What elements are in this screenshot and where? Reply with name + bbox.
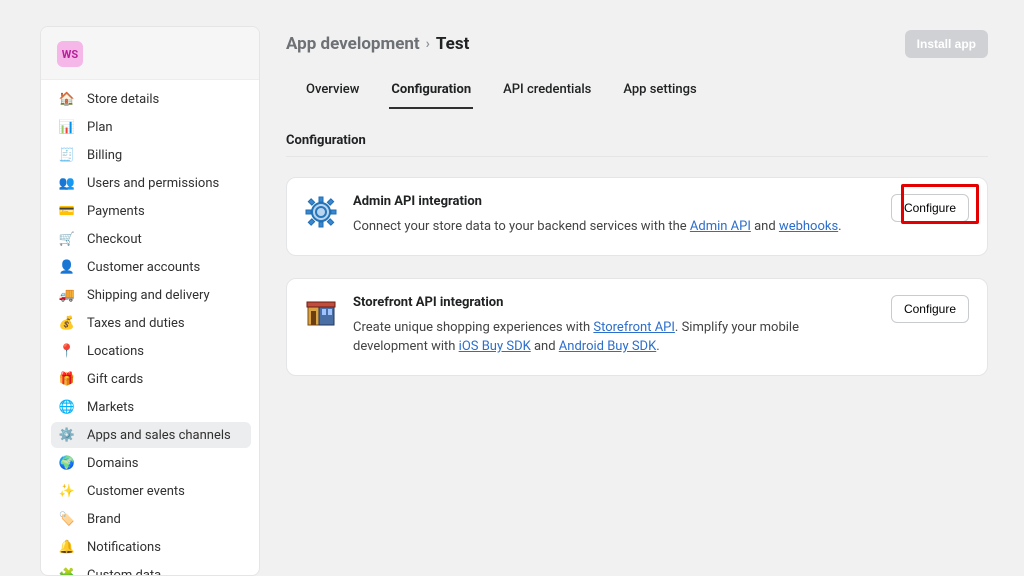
tab-api-credentials[interactable]: API credentials xyxy=(501,76,593,108)
sidebar-item-label: Billing xyxy=(87,148,122,163)
sidebar-item-label: Users and permissions xyxy=(87,176,219,191)
admin-api-title: Admin API integration xyxy=(353,194,875,209)
settings-sidebar: WS 🏠 Store details 📊 Plan 🧾 Billing 👥 Users and… xyxy=(40,26,260,576)
tab-app-settings[interactable]: App settings xyxy=(621,76,698,108)
sidebar-icon: 💰 xyxy=(59,315,75,331)
sidebar-icon: 👤 xyxy=(59,259,75,275)
sidebar-item-label: Locations xyxy=(87,344,144,359)
sidebar-item-label: Customer accounts xyxy=(87,260,200,275)
storefront-api-link[interactable]: Storefront API xyxy=(593,320,675,335)
sidebar-item-label: Store details xyxy=(87,92,159,107)
sidebar-item-store-details[interactable]: 🏠 Store details xyxy=(51,86,251,112)
tab-configuration[interactable]: Configuration xyxy=(389,76,473,109)
sidebar-item-notifications[interactable]: 🔔 Notifications xyxy=(51,534,251,560)
sidebar-item-label: Plan xyxy=(87,120,113,135)
sidebar-item-label: Customer events xyxy=(87,484,185,499)
sidebar-item-label: Gift cards xyxy=(87,372,143,387)
ios-buy-sdk-link[interactable]: iOS Buy SDK xyxy=(459,339,531,354)
sidebar-icon: 🌐 xyxy=(59,399,75,415)
sidebar-icon: 🌍 xyxy=(59,455,75,471)
sidebar-list: 🏠 Store details 📊 Plan 🧾 Billing 👥 Users and pe… xyxy=(41,80,259,575)
sidebar-icon: 🔔 xyxy=(59,539,75,555)
chevron-right-icon: › xyxy=(426,36,430,52)
configure-storefront-api-button[interactable]: Configure xyxy=(891,295,969,323)
admin-api-card: Admin API integration Connect your store… xyxy=(286,177,988,256)
webhooks-link[interactable]: webhooks xyxy=(779,219,838,234)
sidebar-icon: 📍 xyxy=(59,343,75,359)
sidebar-icon: 🧩 xyxy=(59,567,75,575)
sidebar-item-payments[interactable]: 💳 Payments xyxy=(51,198,251,224)
admin-api-description: Connect your store data to your backend … xyxy=(353,217,875,237)
sidebar-item-label: Payments xyxy=(87,204,145,219)
sidebar-item-billing[interactable]: 🧾 Billing xyxy=(51,142,251,168)
main-content: App development › Test Install app Overv… xyxy=(260,0,1024,576)
sidebar-item-label: Brand xyxy=(87,512,121,527)
sidebar-icon: 🚚 xyxy=(59,287,75,303)
sidebar-item-shipping-and-delivery[interactable]: 🚚 Shipping and delivery xyxy=(51,282,251,308)
tab-overview[interactable]: Overview xyxy=(304,76,361,108)
text: . xyxy=(838,219,841,234)
page-header: App development › Test Install app xyxy=(286,30,988,58)
sidebar-icon: 🏷️ xyxy=(59,511,75,527)
sidebar-item-label: Markets xyxy=(87,400,134,415)
sidebar-icon: 🛒 xyxy=(59,231,75,247)
sidebar-item-label: Domains xyxy=(87,456,138,471)
breadcrumb-current: Test xyxy=(436,34,469,54)
sidebar-item-apps-and-sales-channels[interactable]: ⚙️ Apps and sales channels xyxy=(51,422,251,448)
sidebar-item-locations[interactable]: 📍 Locations xyxy=(51,338,251,364)
sidebar-item-customer-events[interactable]: ✨ Customer events xyxy=(51,478,251,504)
sidebar-item-label: Taxes and duties xyxy=(87,316,185,331)
sidebar-item-label: Shipping and delivery xyxy=(87,288,210,303)
sidebar-item-label: Notifications xyxy=(87,540,161,555)
sidebar-item-label: Apps and sales channels xyxy=(87,428,231,443)
sidebar-item-markets[interactable]: 🌐 Markets xyxy=(51,394,251,420)
sidebar-header: WS xyxy=(41,27,259,80)
sidebar-item-plan[interactable]: 📊 Plan xyxy=(51,114,251,140)
storefront-icon xyxy=(305,297,337,329)
text: Create unique shopping experiences with xyxy=(353,320,593,335)
storefront-api-title: Storefront API integration xyxy=(353,295,875,310)
sidebar-item-customer-accounts[interactable]: 👤 Customer accounts xyxy=(51,254,251,280)
install-app-button[interactable]: Install app xyxy=(905,30,988,58)
sidebar-item-custom-data[interactable]: 🧩 Custom data xyxy=(51,562,251,575)
sidebar-icon: ✨ xyxy=(59,483,75,499)
android-buy-sdk-link[interactable]: Android Buy SDK xyxy=(559,339,656,354)
text: and xyxy=(751,219,779,234)
text: and xyxy=(531,339,559,354)
sidebar-item-gift-cards[interactable]: 🎁 Gift cards xyxy=(51,366,251,392)
sidebar-item-brand[interactable]: 🏷️ Brand xyxy=(51,506,251,532)
text: Connect your store data to your backend … xyxy=(353,219,690,234)
storefront-api-description: Create unique shopping experiences with … xyxy=(353,318,875,357)
breadcrumb: App development › Test xyxy=(286,34,469,54)
sidebar-icon: 👥 xyxy=(59,175,75,191)
store-avatar: WS xyxy=(57,41,83,67)
breadcrumb-parent[interactable]: App development xyxy=(286,34,420,54)
divider xyxy=(286,156,988,157)
sidebar-item-label: Checkout xyxy=(87,232,142,247)
storefront-api-card: Storefront API integration Create unique… xyxy=(286,278,988,376)
sidebar-icon: 🧾 xyxy=(59,147,75,163)
sidebar-icon: 🏠 xyxy=(59,91,75,107)
sidebar-item-taxes-and-duties[interactable]: 💰 Taxes and duties xyxy=(51,310,251,336)
sidebar-item-domains[interactable]: 🌍 Domains xyxy=(51,450,251,476)
text: . xyxy=(656,339,659,354)
sidebar-item-label: Custom data xyxy=(87,568,161,576)
tabs: Overview Configuration API credentials App … xyxy=(286,76,988,109)
sidebar-icon: 📊 xyxy=(59,119,75,135)
section-heading: Configuration xyxy=(286,133,988,148)
sidebar-icon: 🎁 xyxy=(59,371,75,387)
admin-api-link[interactable]: Admin API xyxy=(690,219,751,234)
sidebar-icon: ⚙️ xyxy=(59,427,75,443)
sidebar-item-users-and-permissions[interactable]: 👥 Users and permissions xyxy=(51,170,251,196)
configure-admin-api-button[interactable]: Configure xyxy=(891,194,969,222)
sidebar-icon: 💳 xyxy=(59,203,75,219)
sidebar-item-checkout[interactable]: 🛒 Checkout xyxy=(51,226,251,252)
gear-icon xyxy=(305,196,337,228)
